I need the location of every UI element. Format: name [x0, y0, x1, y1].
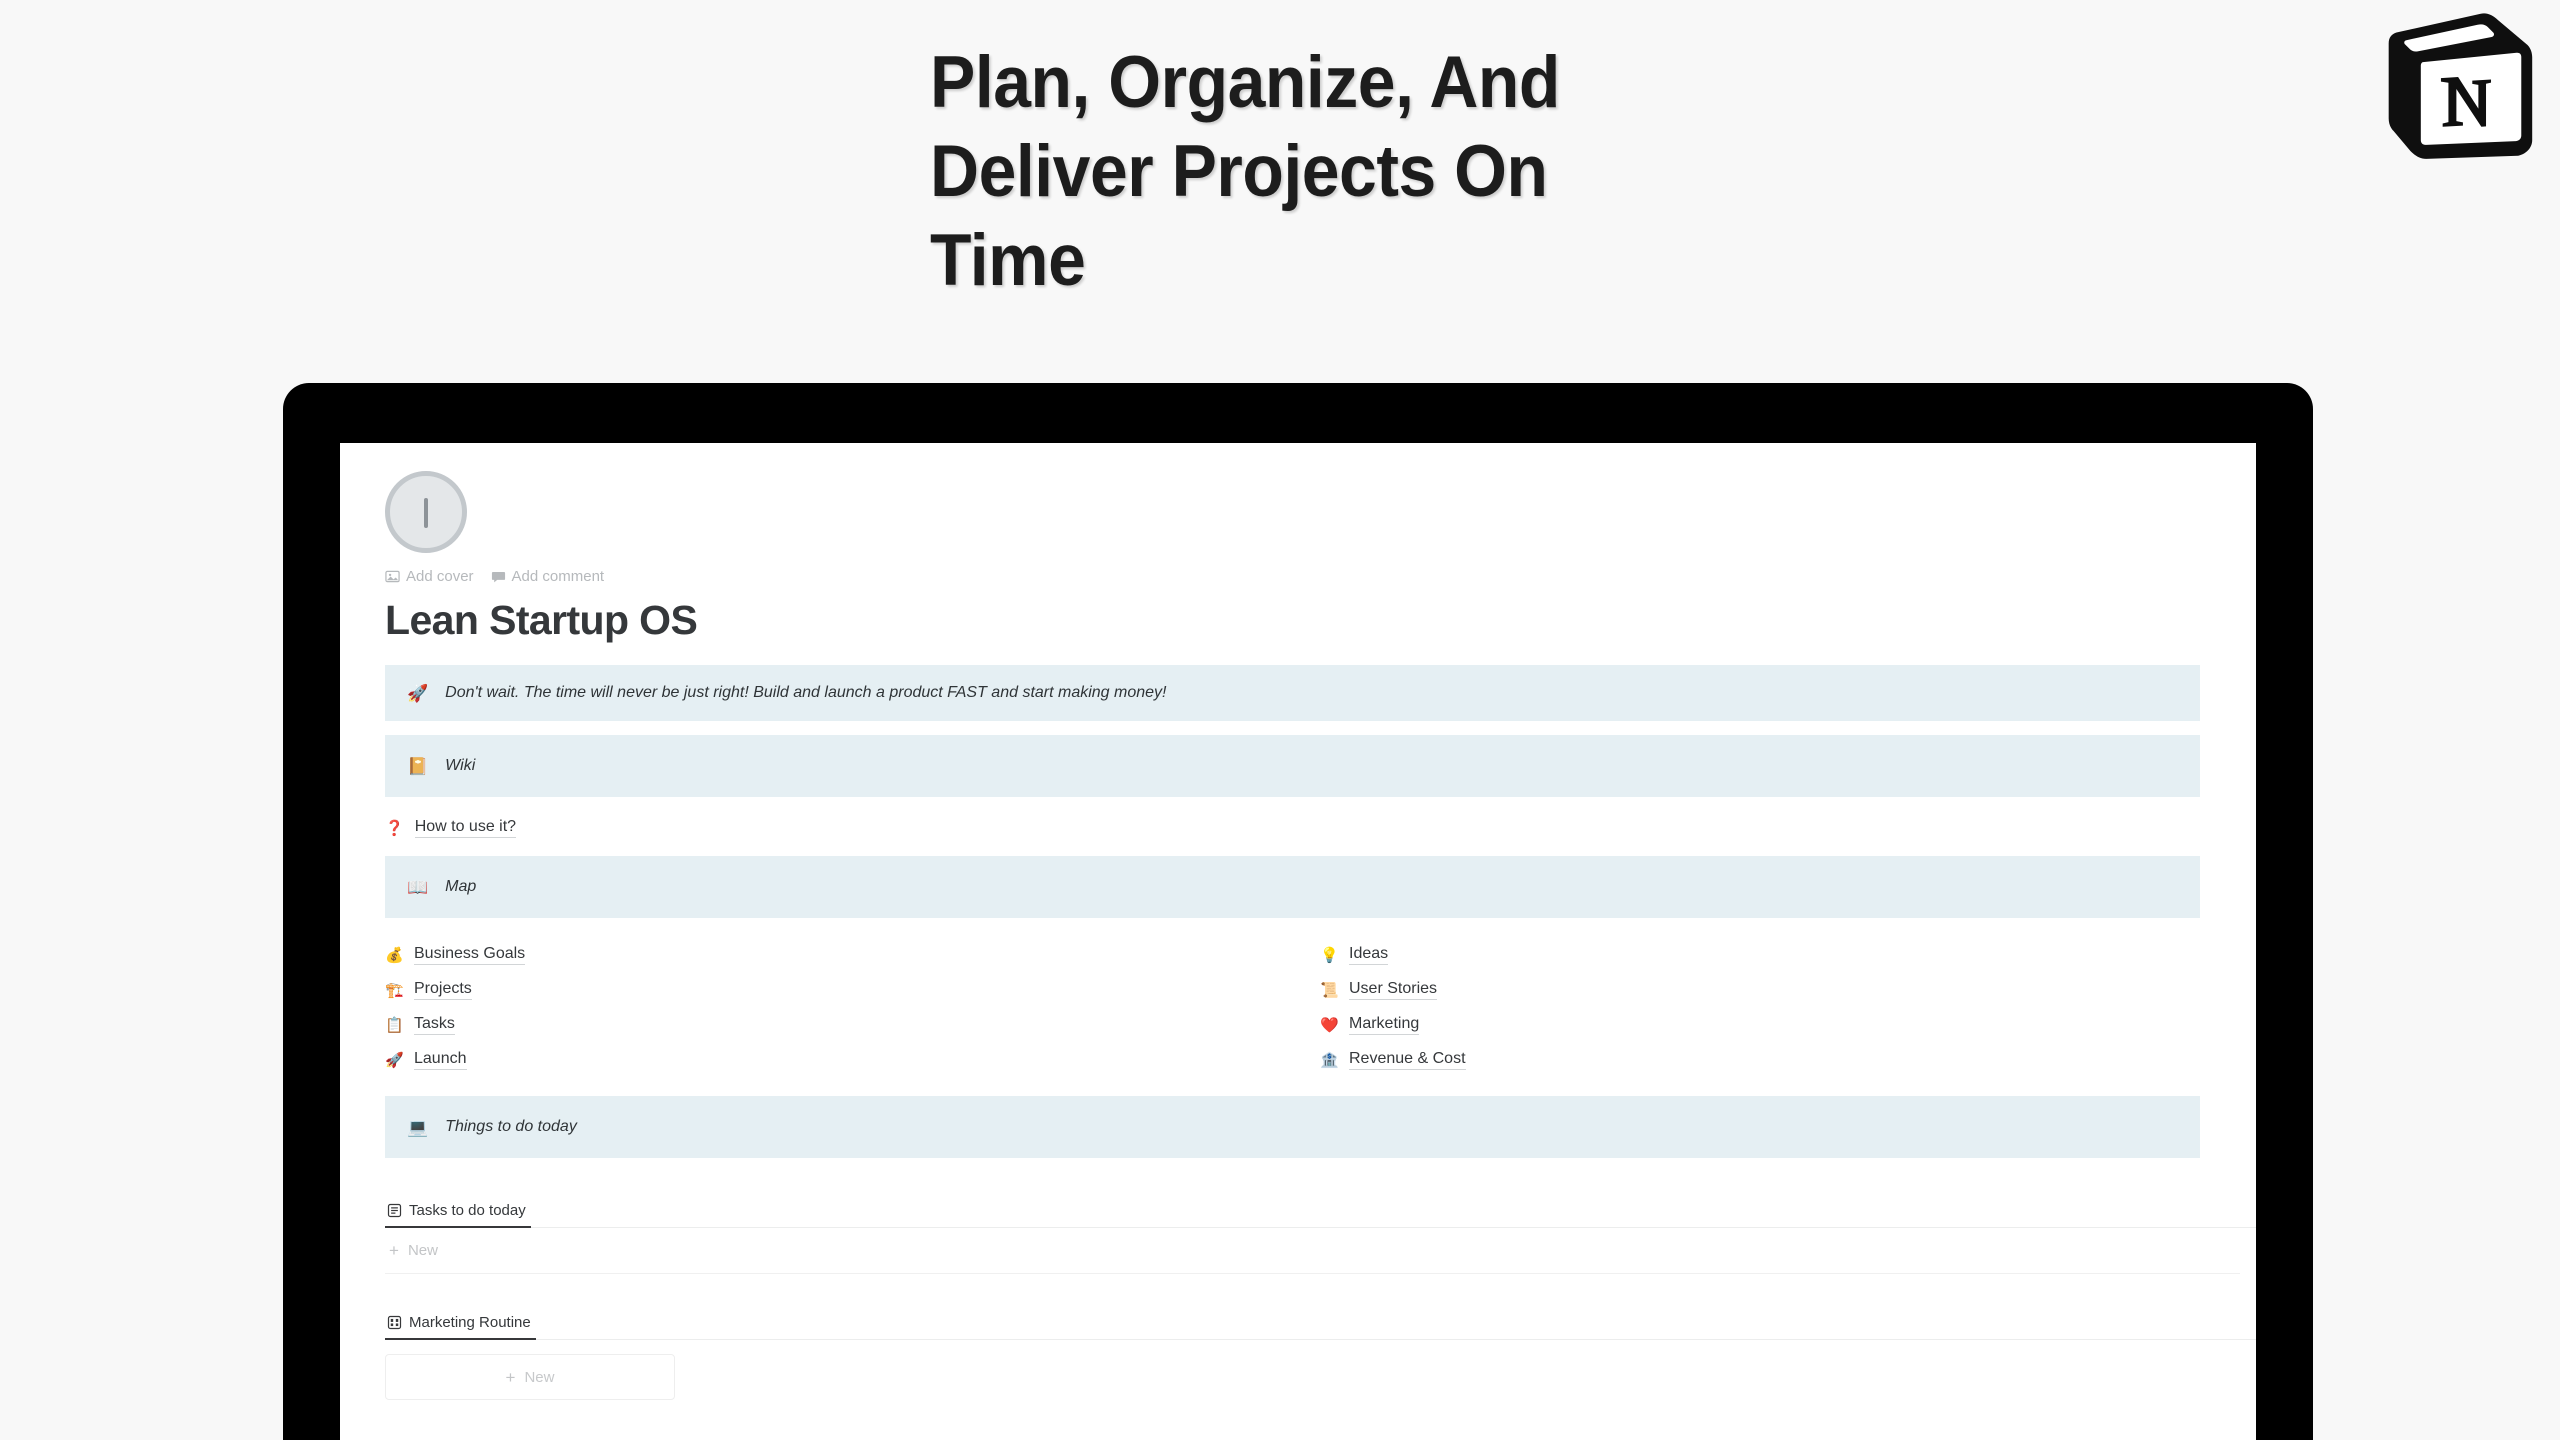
page-link-label: User Stories — [1349, 980, 1438, 1001]
construction-emoji: 🏗️ — [385, 981, 404, 999]
callout-things-to-do-today-text: Things to do today — [445, 1118, 577, 1136]
notion-page: Add cover Add comment Lean Startup OS 🚀 … — [340, 443, 2256, 1440]
page-link-column-left: 💰 Business Goals 🏗️ Projects 📋 Tasks 🚀 L… — [385, 938, 1320, 1078]
image-icon — [385, 569, 400, 584]
page-controls: Add cover Add comment — [385, 566, 2256, 586]
callout-map-text: Map — [445, 878, 477, 896]
tab-bar-rule — [535, 1339, 2256, 1341]
notebook-emoji: 📔 — [407, 756, 429, 776]
page-link-grid: 💰 Business Goals 🏗️ Projects 📋 Tasks 🚀 L… — [385, 938, 2256, 1078]
notion-page-title[interactable]: Lean Startup OS — [385, 597, 2256, 643]
page-link-marketing[interactable]: ❤️ Marketing — [1320, 1008, 2255, 1042]
page-link-label: Launch — [414, 1050, 467, 1071]
page-link-label: Tasks — [414, 1015, 455, 1036]
add-cover-label: Add cover — [406, 567, 474, 585]
rocket-emoji: 🚀 — [407, 683, 429, 703]
tab-label: Marketing Routine — [409, 1314, 531, 1332]
notion-logo — [2384, 6, 2540, 162]
tab-bar-rule — [530, 1227, 2256, 1229]
page-link-label: Marketing — [1349, 1015, 1420, 1036]
laptop-emoji: 💻 — [407, 1117, 429, 1137]
clock-icon[interactable] — [385, 471, 467, 553]
new-row-button[interactable]: + New — [385, 1228, 2240, 1275]
rocket-emoji: 🚀 — [385, 1051, 404, 1069]
page-link-revenue-cost[interactable]: 🏦 Revenue & Cost — [1320, 1043, 2255, 1077]
page-link-business-goals[interactable]: 💰 Business Goals — [385, 938, 1320, 972]
tab-label: Tasks to do today — [409, 1202, 526, 1220]
clipboard-emoji: 📋 — [385, 1016, 404, 1034]
add-comment-button[interactable]: Add comment — [491, 567, 605, 585]
callout-wiki[interactable]: 📔 Wiki — [385, 735, 2200, 798]
page-link-projects[interactable]: 🏗️ Projects — [385, 973, 1320, 1007]
database-tab-bar: Marketing Routine — [385, 1306, 2256, 1341]
light-bulb-emoji: 💡 — [1320, 946, 1339, 964]
page-link-ideas[interactable]: 💡 Ideas — [1320, 938, 2255, 972]
bank-emoji: 🏦 — [1320, 1051, 1339, 1069]
database-marketing-routine: Marketing Routine + New — [385, 1306, 2256, 1401]
page-link-column-right: 💡 Ideas 📜 User Stories ❤️ Marketing 🏦 Re… — [1320, 938, 2255, 1078]
callout-quote[interactable]: 🚀 Don't wait. The time will never be jus… — [385, 665, 2200, 722]
tablet-screen: Add cover Add comment Lean Startup OS 🚀 … — [340, 443, 2256, 1440]
callout-map[interactable]: 📖 Map — [385, 856, 2200, 919]
heart-emoji: ❤️ — [1320, 1016, 1339, 1034]
tab-marketing-routine[interactable]: Marketing Routine — [385, 1314, 536, 1341]
add-cover-button[interactable]: Add cover — [385, 568, 474, 585]
callout-wiki-text: Wiki — [445, 757, 476, 775]
page-title: Plan, Organize, And Deliver Projects On … — [930, 42, 1560, 302]
callout-quote-text: Don't wait. The time will never be just … — [445, 684, 1167, 702]
database-tasks-to-do-today: Tasks to do today + New — [385, 1194, 2256, 1275]
database-ready-to-launch: Ready to Launch + New — [385, 1432, 2256, 1440]
open-book-emoji: 📖 — [407, 877, 429, 897]
database-tab-bar: Tasks to do today — [385, 1194, 2256, 1229]
money-bag-emoji: 💰 — [385, 946, 404, 964]
clock-hand — [424, 498, 428, 528]
question-mark-emoji: ❓ — [385, 819, 404, 837]
page-link-label: Projects — [414, 980, 472, 1001]
page-link-tasks[interactable]: 📋 Tasks — [385, 1008, 1320, 1042]
tab-tasks-to-do-today[interactable]: Tasks to do today — [385, 1202, 531, 1229]
tablet-device-frame: Add cover Add comment Lean Startup OS 🚀 … — [283, 383, 2313, 1440]
page-link-label: Ideas — [1349, 945, 1389, 966]
comment-icon — [491, 569, 506, 584]
database-tab-bar: Ready to Launch — [385, 1432, 2256, 1440]
page-link-label: Revenue & Cost — [1349, 1050, 1466, 1071]
new-card-label: New — [524, 1368, 555, 1386]
scroll-emoji: 📜 — [1320, 981, 1339, 999]
list-view-icon — [387, 1203, 402, 1218]
page-link-how-to-use-label: How to use it? — [414, 818, 517, 839]
callout-things-to-do-today[interactable]: 💻 Things to do today — [385, 1096, 2200, 1159]
page-link-launch[interactable]: 🚀 Launch — [385, 1043, 1320, 1077]
new-card-button[interactable]: + New — [385, 1354, 675, 1401]
board-view-icon — [387, 1315, 402, 1330]
page-link-user-stories[interactable]: 📜 User Stories — [1320, 973, 2255, 1007]
plus-icon: + — [389, 1241, 399, 1261]
new-row-label: New — [407, 1242, 438, 1260]
page-link-label: Business Goals — [414, 945, 526, 966]
plus-icon: + — [505, 1367, 516, 1387]
page-link-how-to-use[interactable]: ❓ How to use it? — [385, 811, 2256, 845]
add-comment-label: Add comment — [511, 567, 605, 585]
